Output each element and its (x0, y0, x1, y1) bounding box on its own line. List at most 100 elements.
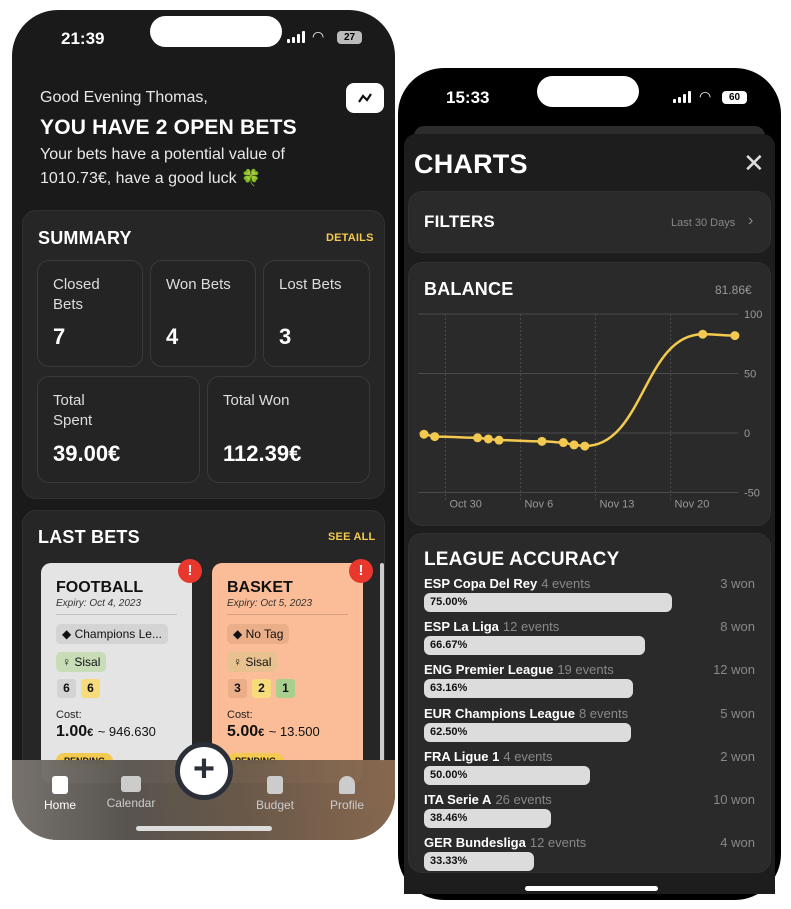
balance-point (483, 434, 493, 444)
league-name: FRA Ligue 14 events (424, 748, 553, 764)
league-events: 26 events (495, 792, 552, 807)
cost-value: 5.00€ ~ 13.500 (227, 723, 320, 740)
bet-card-football[interactable]: FOOTBALL Expiry: Oct 4, 2023 ◆ Champions… (41, 563, 192, 783)
balance-point (730, 331, 740, 341)
accuracy-bar: 75.00% (424, 593, 673, 612)
count-badge: 6 (57, 679, 76, 698)
league-name: EUR Champions League 8 events (424, 705, 629, 721)
tab-calendar[interactable]: Calendar (101, 776, 161, 810)
balance-chart: 100 50 0 -50 Oct 30 Nov 6 Nov 13 Nov 20 (418, 309, 762, 511)
balance-value: 81.86€ (715, 283, 752, 297)
stat-total-won: Total Won 112.39€ (207, 376, 370, 483)
balance-point (580, 441, 590, 451)
x-tick-label: Oct 30 (449, 499, 481, 511)
balance-point (494, 435, 504, 445)
league-events: 4 events (541, 576, 591, 591)
league-events: 4 events (503, 748, 553, 764)
filters-title: FILTERS (424, 212, 495, 231)
balance-point (558, 438, 568, 448)
wifi-icon: ◠ (312, 28, 325, 44)
balance-point (537, 436, 547, 446)
balance-point (473, 433, 483, 443)
league-accuracy-title: LEAGUE ACCURACY (424, 549, 620, 570)
league-name: ENG Premier League 19 events (424, 662, 614, 678)
league-events: 8 events (578, 705, 629, 721)
tag-chip: ◆ Champions Le... (56, 624, 168, 644)
stat-won-bets: Won Bets 4 (150, 260, 256, 367)
league-name: ESP Copa Del Rey 4 events (424, 576, 591, 591)
stat-closed-bets: Closed Bets 7 (37, 260, 143, 367)
details-link[interactable]: DETAILS (326, 232, 374, 244)
league-name: GER Bundesliga 12 events (424, 835, 587, 851)
alert-icon: ! (349, 559, 373, 583)
stat-lost-bets: Lost Bets 3 (263, 260, 370, 367)
league-won: 4 won (720, 835, 755, 851)
balance-point (698, 329, 708, 339)
home-icon (52, 776, 68, 794)
tab-profile[interactable]: Profile (317, 776, 377, 812)
league-name: ESP La Liga 12 events (424, 619, 560, 635)
league-name: ITA Serie A 26 events (424, 792, 552, 807)
open-bets-title: YOU HAVE 2 OPEN BETS (40, 116, 297, 139)
league-won: 2 won (720, 748, 755, 764)
last-bets-title: LAST BETS (38, 527, 140, 547)
bet-card-basket[interactable]: BASKET Expiry: Oct 5, 2023 ◆ No Tag ♀ Si… (212, 563, 363, 783)
balance-point (419, 429, 429, 439)
x-tick-label: Nov 13 (600, 499, 635, 511)
bookmaker-chip: ♀ Sisal (227, 652, 278, 672)
summary-title: SUMMARY (38, 228, 132, 248)
cost-value: 1.00€ ~ 946.630 (56, 723, 156, 740)
battery-icon: 27 (337, 31, 362, 44)
add-bet-button[interactable]: + (175, 742, 233, 800)
cost-label: Cost: (227, 709, 253, 721)
accuracy-bar: 63.16% (424, 679, 634, 699)
stat-total-spent: Total Spent 39.00€ (37, 376, 200, 483)
budget-icon (267, 776, 283, 794)
count-badge: 1 (276, 679, 295, 698)
wifi-icon: ◠ (699, 88, 712, 104)
count-badge: 2 (252, 679, 271, 698)
league-events: 19 events (557, 662, 614, 678)
plus-icon: + (192, 748, 216, 790)
home-indicator (136, 826, 272, 831)
tab-budget[interactable]: Budget (245, 776, 305, 812)
x-tick-label: Nov 20 (675, 499, 710, 511)
charts-button[interactable] (346, 83, 384, 113)
signal-icon (673, 91, 691, 103)
league-won: 12 won (713, 662, 755, 678)
profile-icon (339, 776, 355, 794)
y-tick-label: -50 (744, 488, 760, 500)
y-tick-label: 50 (744, 369, 756, 381)
charts-title: CHARTS (414, 149, 528, 179)
status-time: 21:39 (61, 29, 105, 48)
status-time: 15:33 (446, 88, 490, 107)
league-won: 5 won (720, 705, 755, 721)
next-card-edge (380, 563, 384, 763)
league-events: 12 events (529, 835, 587, 851)
league-won: 10 won (713, 792, 755, 807)
count-badge: 6 (81, 679, 100, 698)
alert-icon: ! (178, 559, 202, 583)
y-tick-label: 0 (744, 428, 750, 440)
tag-chip: ◆ No Tag (227, 624, 290, 644)
league-won: 8 won (720, 619, 755, 635)
subtitle-line1: Your bets have a potential value of (40, 146, 285, 163)
accuracy-bar: 66.67% (424, 636, 645, 656)
see-all-link[interactable]: SEE ALL (328, 531, 375, 543)
battery-icon: 60 (722, 91, 747, 104)
tab-home[interactable]: Home (30, 776, 90, 812)
count-badge: 3 (228, 679, 247, 698)
close-icon[interactable]: ✕ (743, 148, 765, 179)
chart-line-icon (358, 93, 372, 103)
accuracy-bar: 33.33% (424, 852, 535, 872)
balance-point (430, 432, 440, 442)
subtitle-line2: 1010.73€, have a good luck 🍀 (40, 170, 261, 187)
accuracy-bar: 62.50% (424, 722, 631, 742)
accuracy-bar: 50.00% (424, 765, 590, 785)
dynamic-island (150, 16, 282, 47)
y-tick-label: 100 (744, 309, 762, 321)
cost-label: Cost: (56, 709, 82, 721)
accuracy-bar: 38.46% (424, 809, 552, 828)
signal-icon (287, 31, 305, 43)
balance-title: BALANCE (424, 279, 514, 299)
